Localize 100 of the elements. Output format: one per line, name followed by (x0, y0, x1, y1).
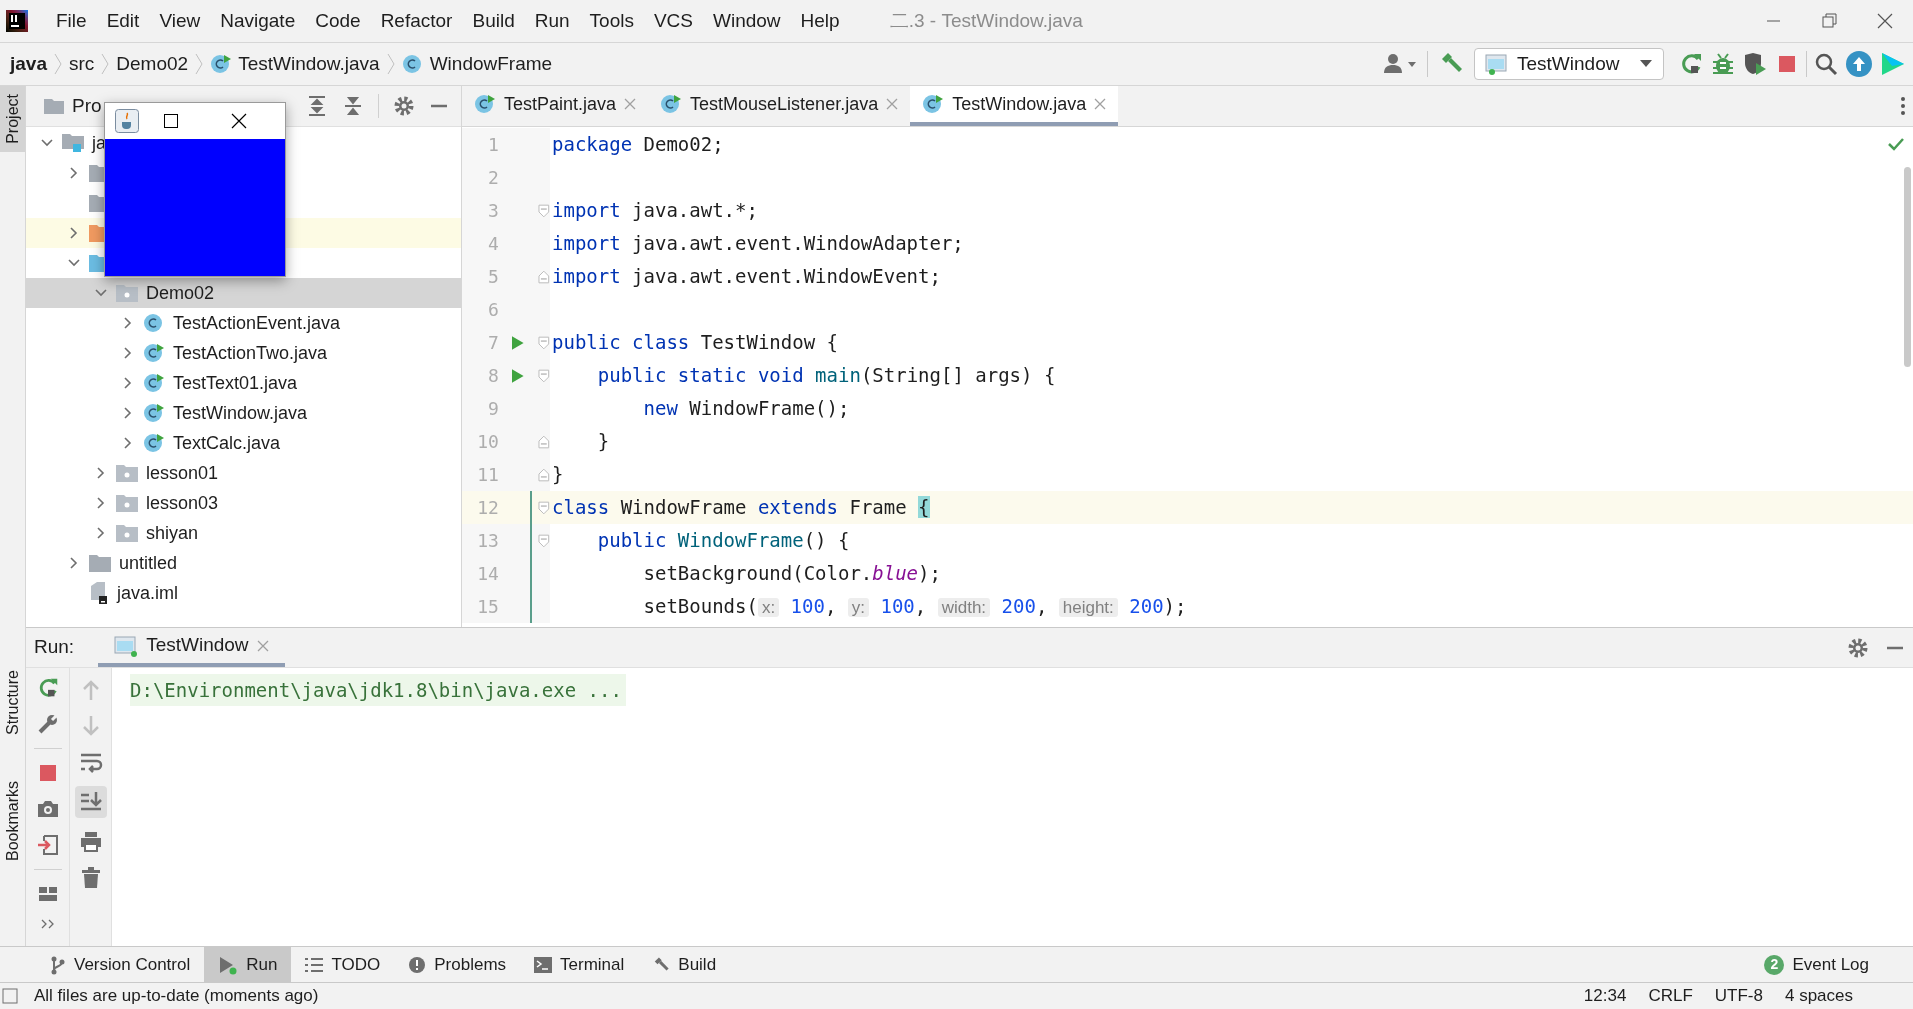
shield-run-icon[interactable] (1742, 51, 1768, 77)
chevrons-icon[interactable] (39, 918, 56, 930)
menu-item[interactable]: Edit (96, 0, 150, 42)
scroll-to-end-icon[interactable] (74, 786, 107, 818)
folder-icon (44, 98, 64, 114)
line-number: 13 (476, 529, 499, 553)
expand-all-icon[interactable] (306, 95, 328, 117)
line-number: 15 (476, 595, 499, 619)
checkbox-icon[interactable] (2, 988, 18, 1004)
run-configuration-dropdown[interactable]: TestWindow (1474, 48, 1664, 80)
editor-tab[interactable]: TestWindow.java (910, 86, 1119, 126)
tree-item[interactable]: TextCalc.java (26, 428, 461, 458)
java-window-dialog[interactable] (104, 102, 286, 277)
menu-item[interactable]: View (149, 0, 211, 42)
line-number: 5 (487, 265, 499, 289)
tool-window-button[interactable]: Terminal (520, 947, 639, 982)
java-cup-icon (115, 109, 139, 133)
menu-item[interactable]: Navigate (210, 0, 306, 42)
menu-item[interactable]: VCS (643, 0, 703, 42)
event-log-button[interactable]: Event Log (1792, 951, 1869, 978)
code-line: import java.awt.event.WindowEvent; (552, 264, 941, 290)
runnable-class-icon (922, 94, 945, 114)
menu-item[interactable]: Window (703, 0, 791, 42)
update-icon[interactable] (1845, 50, 1873, 78)
folder-icon (89, 554, 111, 572)
tool-window-tab[interactable]: Structure (0, 661, 25, 743)
runnable-class-icon (143, 403, 165, 423)
bug-icon[interactable] (1710, 51, 1736, 77)
panel-title[interactable]: Pro (72, 91, 102, 121)
tree-item[interactable]: untitled (26, 548, 461, 578)
window-title: 二.3 - TestWindow.java (889, 8, 1083, 33)
runnable-class-icon (474, 94, 496, 114)
close-icon[interactable] (229, 111, 249, 131)
warning-icon (408, 955, 427, 974)
collapse-all-icon[interactable] (342, 95, 364, 117)
run-tab[interactable]: TestWindow (98, 628, 285, 667)
tree-item[interactable]: lesson01 (26, 458, 461, 488)
tool-window-button[interactable]: Version Control (36, 947, 205, 982)
status-message: All files are up-to-date (moments ago) (34, 985, 319, 1007)
status-item[interactable]: UTF-8 (1714, 985, 1763, 1007)
search-icon[interactable] (1813, 51, 1839, 77)
tool-window-button[interactable]: Problems (394, 947, 521, 982)
editor-tab[interactable]: TestPaint.java (462, 86, 649, 126)
package-folder-icon (116, 524, 138, 542)
tool-window-button[interactable]: TODO (291, 947, 395, 982)
tree-item[interactable]: shiyan (26, 518, 461, 548)
tool-window-button[interactable]: Build (638, 947, 731, 982)
line-number: 11 (476, 463, 499, 487)
tool-window-tab[interactable]: Bookmarks (0, 772, 25, 869)
runnable-class-icon (143, 373, 165, 393)
tool-window-tab[interactable]: Project (0, 86, 25, 152)
menu-item[interactable]: Code (305, 0, 371, 42)
tree-item[interactable]: TestWindow.java (26, 398, 461, 428)
branch-icon (50, 954, 66, 975)
terminal-icon (534, 956, 553, 973)
more-icon[interactable] (1899, 96, 1907, 116)
breadcrumb[interactable]: Demo02 (116, 49, 189, 79)
tree-item[interactable]: TestActionEvent.java (26, 308, 461, 338)
menu-item[interactable]: Tools (579, 0, 644, 42)
tree-item[interactable]: TestText01.java (26, 368, 461, 398)
breadcrumb[interactable]: TestWindow.java (210, 49, 380, 79)
status-item[interactable]: 12:34 (1583, 985, 1627, 1007)
tree-item[interactable]: Demo02 (26, 278, 461, 308)
runnable-class-icon (660, 94, 683, 114)
app-logo-icon (6, 10, 28, 32)
menu-item[interactable]: Build (462, 0, 525, 42)
separator-icon (53, 53, 63, 75)
menu-item[interactable]: Help (790, 0, 850, 42)
code-line: package Demo02; (552, 132, 724, 158)
print-icon[interactable] (78, 830, 103, 854)
line-number: 14 (476, 562, 499, 586)
line-number: 12 (476, 496, 499, 520)
settings-icon[interactable] (393, 95, 415, 117)
breadcrumb[interactable]: WindowFrame (401, 49, 553, 79)
tree-item[interactable]: TestActionTwo.java (26, 338, 461, 368)
run-icon[interactable] (510, 334, 525, 351)
tree-item[interactable]: lesson03 (26, 488, 461, 518)
line-number: 10 (476, 430, 499, 454)
package-folder-icon (116, 494, 138, 512)
menu-item[interactable]: File (46, 0, 97, 42)
run-icon[interactable] (510, 367, 525, 384)
breadcrumb[interactable]: java (10, 49, 47, 79)
window-icon (1485, 53, 1509, 75)
maximize-icon[interactable] (161, 111, 181, 131)
tree-item[interactable]: java.iml (26, 578, 461, 608)
editor-tab[interactable]: TestMouseListener.java (648, 86, 911, 126)
line-number: 4 (487, 232, 499, 256)
breadcrumb[interactable]: src (69, 49, 95, 79)
class-icon (401, 54, 424, 74)
status-item[interactable]: 4 spaces (1784, 985, 1853, 1007)
scrollbar-thumb[interactable] (1904, 167, 1911, 367)
login-icon[interactable] (35, 833, 60, 857)
code-line: import java.awt.event.WindowAdapter; (552, 231, 964, 257)
menu-item[interactable]: Refactor (370, 0, 463, 42)
panel-title: Run: (34, 635, 75, 660)
file-icon (89, 582, 109, 604)
settings-icon[interactable] (1847, 636, 1869, 659)
menu-item[interactable]: Run (524, 0, 580, 42)
status-item[interactable]: CRLF (1648, 985, 1693, 1007)
tool-window-button[interactable]: Run (204, 947, 292, 982)
